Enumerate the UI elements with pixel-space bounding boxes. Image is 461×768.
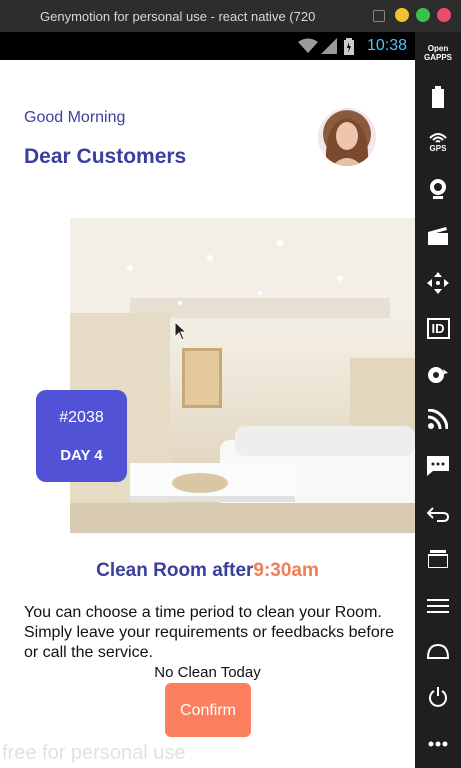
recent-apps-icon[interactable] <box>415 542 461 576</box>
clean-time: 9:30am <box>253 560 319 581</box>
app-screen: Good Morning Dear Customers #2038 DAY 4 … <box>0 60 415 768</box>
screencast-icon[interactable] <box>415 219 461 253</box>
customer-title: Dear Customers <box>24 145 187 168</box>
watermark-text: free for personal use <box>2 742 186 764</box>
back-icon[interactable] <box>415 497 461 531</box>
room-day-badge: #2038 DAY 4 <box>36 390 127 482</box>
gps-label: GPS <box>429 143 447 153</box>
more-options-icon[interactable] <box>415 727 461 761</box>
greeting-text: Good Morning <box>24 109 126 126</box>
status-time: 10:38 <box>366 37 407 54</box>
android-status-bar: 10:38 <box>0 32 415 60</box>
webcam-icon[interactable] <box>415 172 461 206</box>
battery-tool-icon[interactable] <box>415 80 461 114</box>
rss-feed-icon[interactable] <box>415 402 461 436</box>
sms-message-icon[interactable] <box>415 449 461 483</box>
minimize-icon[interactable] <box>373 10 385 22</box>
opengapps-label-2: GAPPS <box>423 53 452 62</box>
room-photo <box>70 218 415 533</box>
device-id-tool[interactable]: ID <box>415 311 461 345</box>
clean-title-prefix: Clean Room after <box>96 560 254 581</box>
wifi-icon <box>298 38 318 59</box>
window-titlebar: Genymotion for personal use - react nati… <box>0 0 461 32</box>
description-text: You can choose a time period to clean yo… <box>24 604 394 661</box>
window-minimize-button[interactable] <box>395 8 409 22</box>
gps-tool[interactable]: GPS <box>415 125 461 159</box>
opengapps-label-1: Open <box>427 44 449 53</box>
battery-icon <box>344 38 354 60</box>
gps-icon <box>429 132 447 143</box>
media-icon[interactable] <box>415 358 461 392</box>
window-title: Genymotion for personal use - react nati… <box>40 9 316 24</box>
move-dpad-icon[interactable] <box>415 266 461 300</box>
room-number: #2038 <box>59 409 104 426</box>
avatar[interactable] <box>318 108 376 166</box>
mouse-cursor-icon <box>174 320 188 346</box>
opengapps-button[interactable]: Open GAPPS <box>415 44 461 62</box>
confirm-button[interactable]: Confirm <box>165 683 251 737</box>
emulator-toolbar: Open GAPPS GPS ID <box>415 32 461 768</box>
no-clean-today-link[interactable]: No Clean Today <box>0 664 415 681</box>
day-label: DAY 4 <box>60 447 103 464</box>
id-icon: ID <box>426 317 450 339</box>
window-close-button[interactable] <box>437 8 451 22</box>
signal-icon <box>321 38 337 59</box>
power-icon[interactable] <box>415 680 461 714</box>
menu-icon[interactable] <box>415 589 461 623</box>
clean-room-heading: Clean Room after9:30am <box>0 560 415 582</box>
home-icon[interactable] <box>415 634 461 668</box>
window-maximize-button[interactable] <box>416 8 430 22</box>
